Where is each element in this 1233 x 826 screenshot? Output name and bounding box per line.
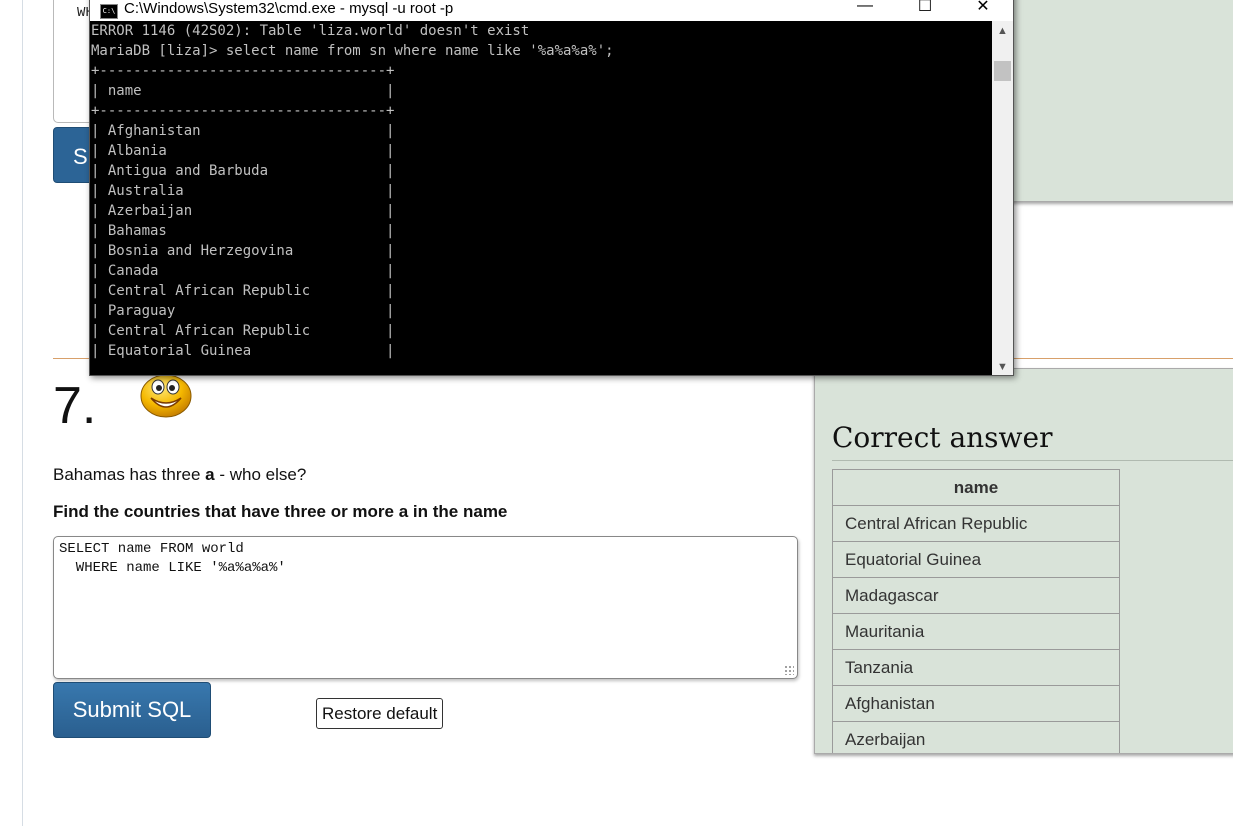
console-line: | Bosnia and Herzegovina | bbox=[91, 243, 395, 259]
resize-grip-icon[interactable] bbox=[784, 665, 794, 675]
answer-table: name Central African Republic Equatorial… bbox=[832, 469, 1120, 753]
console-line: +----------------------------------+ bbox=[91, 63, 395, 79]
restore-default-button[interactable]: Restore default bbox=[316, 698, 444, 729]
submit-sql-button[interactable]: Submit SQL bbox=[53, 682, 211, 738]
table-row: Madagascar bbox=[832, 577, 1120, 614]
console-app-icon: C:\ bbox=[100, 4, 118, 19]
table-cell: Central African Republic bbox=[832, 505, 1120, 542]
sql-line: WHERE name LIKE '%a%a%a%' bbox=[59, 560, 286, 576]
console-line: | Equatorial Guinea | bbox=[91, 343, 395, 359]
table-row: Azerbaijan bbox=[832, 721, 1120, 753]
console-line: | Albania | bbox=[91, 143, 395, 159]
table-row: Mauritania bbox=[832, 613, 1120, 650]
console-output[interactable]: ERROR 1146 (42S02): Table 'liza.world' d… bbox=[90, 21, 992, 375]
console-line: +----------------------------------+ bbox=[91, 103, 395, 119]
console-line: | Afghanistan | bbox=[91, 123, 395, 139]
table-cell: Azerbaijan bbox=[832, 721, 1120, 753]
answer-column-header: name bbox=[832, 469, 1120, 506]
scrollbar-thumb[interactable] bbox=[994, 61, 1011, 81]
table-cell: Madagascar bbox=[832, 577, 1120, 614]
table-cell: Mauritania bbox=[832, 613, 1120, 650]
console-line: | Paraguay | bbox=[91, 303, 395, 319]
minimize-icon[interactable]: — bbox=[842, 0, 888, 21]
previous-answer-panel bbox=[1010, 0, 1233, 202]
cmd-window-title: C:\Windows\System32\cmd.exe - mysql -u r… bbox=[124, 0, 454, 17]
maximize-icon[interactable]: ☐ bbox=[902, 0, 948, 21]
console-line: | Canada | bbox=[91, 263, 395, 279]
close-icon[interactable]: ✕ bbox=[960, 0, 1006, 21]
correct-answer-title: Correct answer bbox=[832, 421, 1053, 454]
console-line: | Central African Republic | bbox=[91, 323, 395, 339]
console-line: | Antigua and Barbuda | bbox=[91, 163, 395, 179]
cmd-titlebar[interactable]: C:\ C:\Windows\System32\cmd.exe - mysql … bbox=[90, 0, 1013, 21]
console-line: | Australia | bbox=[91, 183, 395, 199]
console-scrollbar[interactable]: ▲ ▼ bbox=[992, 21, 1013, 375]
answer-title-underline bbox=[832, 460, 1233, 461]
grinning-face-icon bbox=[140, 374, 192, 418]
console-line: MariaDB [liza]> select name from sn wher… bbox=[91, 43, 614, 59]
sql-line: SELECT name FROM world bbox=[59, 541, 244, 557]
console-line: | Azerbaijan | bbox=[91, 203, 395, 219]
table-row: Tanzania bbox=[832, 649, 1120, 686]
table-cell: Afghanistan bbox=[832, 685, 1120, 722]
console-line: | Central African Republic | bbox=[91, 283, 395, 299]
console-line: | name | bbox=[91, 83, 395, 99]
question-intro: Bahamas has three a - who else? bbox=[53, 465, 307, 484]
table-row: Afghanistan bbox=[832, 685, 1120, 722]
table-row: Equatorial Guinea bbox=[832, 541, 1120, 578]
correct-answer-panel: Correct answer name Central African Repu… bbox=[814, 368, 1233, 754]
question-number: 7. bbox=[53, 377, 97, 435]
table-cell: Tanzania bbox=[832, 649, 1120, 686]
cmd-window[interactable]: C:\ C:\Windows\System32\cmd.exe - mysql … bbox=[89, 0, 1014, 376]
console-line: | Bahamas | bbox=[91, 223, 395, 239]
page-left-border bbox=[22, 0, 23, 826]
chevron-up-icon[interactable]: ▲ bbox=[992, 21, 1013, 41]
previous-submit-label: S bbox=[73, 144, 88, 169]
console-line: ERROR 1146 (42S02): Table 'liza.world' d… bbox=[91, 23, 530, 39]
question-task: Find the countries that have three or mo… bbox=[53, 502, 508, 521]
table-row: Central African Republic bbox=[832, 505, 1120, 542]
chevron-down-icon[interactable]: ▼ bbox=[992, 357, 1013, 375]
table-cell: Equatorial Guinea bbox=[832, 541, 1120, 578]
sql-textarea[interactable]: SELECT name FROM world WHERE name LIKE '… bbox=[53, 536, 798, 679]
